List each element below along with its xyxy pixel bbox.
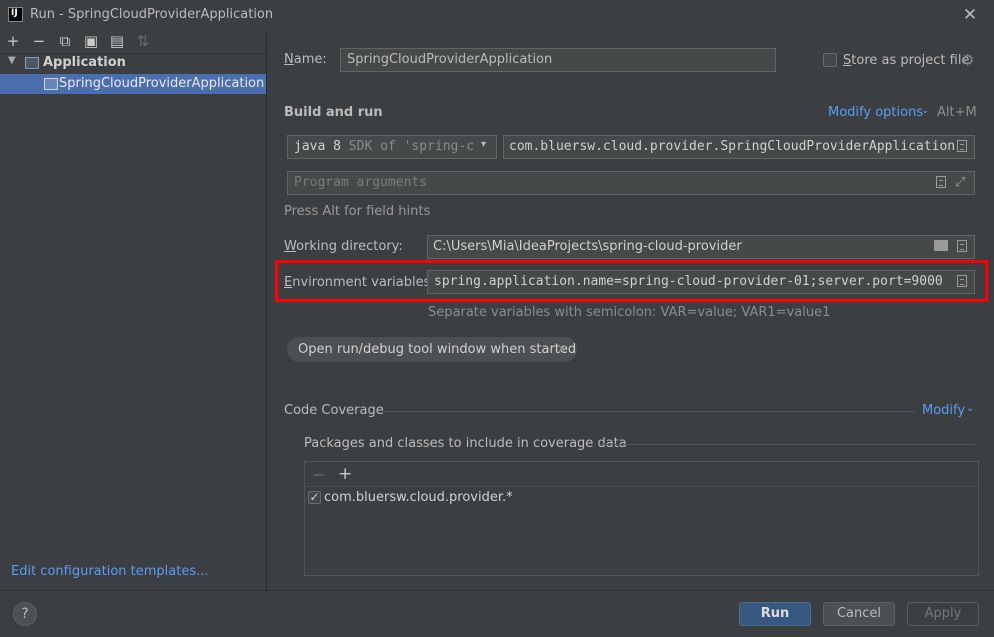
close-window-button[interactable]: ✕ (958, 4, 982, 26)
add-icon[interactable]: + (4, 32, 22, 50)
divider (383, 411, 915, 412)
tree-item-springcloudproviderapplication[interactable]: SpringCloudProviderApplication (0, 74, 266, 94)
browse-class-icon[interactable] (957, 140, 967, 152)
divider (600, 444, 975, 445)
sort-icon: ⇅ (136, 32, 150, 50)
name-field-value: SpringCloudProviderApplication (347, 52, 553, 67)
working-directory-value: C:\Users\Mia\IdeaProjects\spring-cloud-p… (433, 239, 742, 254)
coverage-packages-list (304, 461, 979, 576)
copy-icon[interactable]: ⧉ (56, 32, 74, 50)
modify-options-shortcut: Alt+M (937, 105, 977, 120)
run-button[interactable]: Run (739, 602, 811, 626)
name-label: Name: (284, 52, 327, 67)
help-button[interactable]: ? (13, 602, 37, 626)
dropdown-arrow-icon[interactable]: ▾ (481, 139, 486, 150)
cancel-button[interactable]: Cancel (823, 602, 895, 626)
environment-variables-hint: Separate variables with semicolon: VAR=v… (428, 305, 831, 320)
tree-group-application[interactable]: ▼ Application (0, 54, 266, 73)
tree-toolbar: + − ⧉ ▣ ▤ ⇅ (0, 30, 266, 52)
tree-group-label: Application (43, 55, 126, 70)
working-directory-label: Working directory: (284, 239, 403, 254)
tree-item-label: SpringCloudProviderApplication (59, 76, 265, 91)
modify-options-link[interactable]: Modify options (828, 105, 923, 120)
build-and-run-heading: Build and run (284, 105, 383, 120)
expand-icon[interactable]: ⤢ (955, 175, 965, 190)
store-as-project-file-label: Store as project file (843, 53, 970, 68)
jdk-select-value: java 8 SDK of 'spring-clou (294, 139, 474, 154)
divider (305, 486, 978, 487)
environment-variables-label: Environment variables: (284, 275, 435, 290)
coverage-modify-link[interactable]: Modify (922, 403, 965, 418)
apply-button[interactable]: Apply (907, 602, 979, 626)
environment-variables-value: spring.application.name=spring-cloud-pro… (434, 274, 943, 289)
application-config-icon (25, 57, 39, 69)
window-title: Run - SpringCloudProviderApplication (30, 7, 274, 22)
new-folder-icon[interactable]: ▤ (108, 32, 126, 50)
open-tool-window-label: Open run/debug tool window when started (298, 342, 577, 357)
main-class-value: com.bluersw.cloud.provider.SpringCloudPr… (509, 139, 956, 154)
edit-configuration-templates-link[interactable]: Edit configuration templates... (11, 564, 209, 579)
edit-environment-icon[interactable] (957, 275, 967, 287)
coverage-packages-heading: Packages and classes to include in cover… (304, 436, 627, 451)
remove-option-icon[interactable]: ✕ (557, 342, 567, 356)
add-package-icon[interactable]: + (338, 464, 352, 484)
save-icon[interactable]: ▣ (82, 32, 100, 50)
insert-macro-icon[interactable] (957, 240, 967, 252)
edit-arguments-icon[interactable] (936, 176, 946, 188)
panel-splitter[interactable] (266, 30, 267, 590)
package-checkbox[interactable]: ✓ (308, 491, 321, 504)
program-arguments-placeholder: Program arguments (294, 175, 428, 190)
chevron-down-icon[interactable]: ▼ (8, 55, 16, 66)
folder-icon[interactable] (934, 240, 948, 251)
remove-icon[interactable]: − (30, 32, 48, 50)
package-list-item[interactable]: com.bluersw.cloud.provider.* (324, 490, 513, 505)
chevron-down-icon[interactable]: ⌄ (966, 403, 974, 414)
chevron-down-icon[interactable]: ⌄ (921, 105, 929, 116)
remove-package-icon: − (312, 465, 326, 484)
gear-icon[interactable]: ⚙ (961, 51, 974, 69)
field-hints-text: Press Alt for field hints (284, 204, 431, 219)
store-as-project-file-checkbox[interactable] (823, 53, 837, 67)
code-coverage-heading: Code Coverage (284, 403, 384, 418)
intellij-logo-icon: IJ (8, 7, 23, 22)
divider (0, 590, 994, 591)
configurations-panel (0, 30, 266, 590)
application-config-icon (44, 78, 58, 90)
